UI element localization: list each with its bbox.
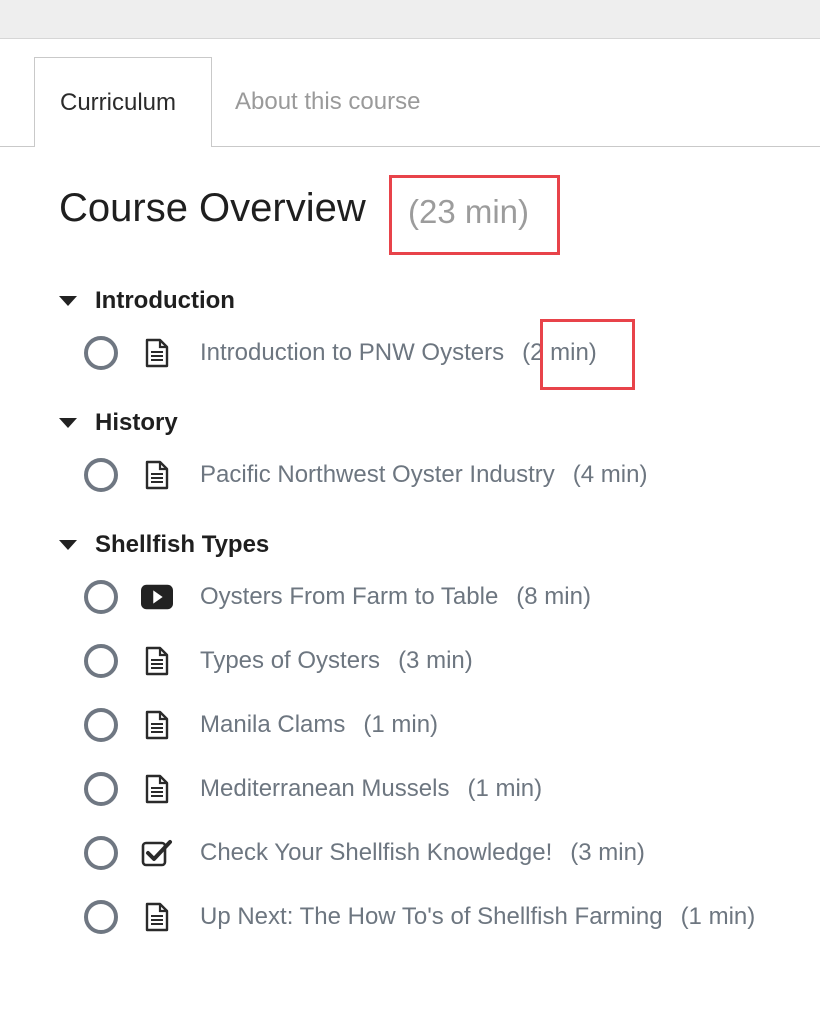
incomplete-status-icon (84, 458, 118, 492)
lesson-duration: (4 min) (572, 461, 648, 488)
section-header-shellfish-types[interactable]: Shellfish Types (59, 531, 269, 559)
lesson-duration: (3 min) (570, 839, 645, 866)
lesson-title: Check Your Shellfish Knowledge! (200, 839, 553, 866)
lesson-item[interactable]: Mediterranean Mussels (1 min) (84, 772, 542, 806)
lesson-duration: (1 min) (467, 775, 543, 802)
lesson-item[interactable]: Oysters From Farm to Table (8 min) (84, 580, 591, 614)
lesson-duration: (3 min) (398, 647, 473, 674)
lesson-title: Pacific Northwest Oyster Industry (200, 461, 555, 488)
lesson-title: Types of Oysters (200, 647, 381, 674)
section-title: Introduction (95, 287, 235, 314)
lesson-duration: (8 min) (516, 583, 591, 610)
document-icon (141, 460, 173, 490)
lesson-title: Up Next: The How To's of Shellfish Farmi… (200, 903, 663, 930)
highlight-box-total-duration (389, 175, 560, 255)
lesson-item[interactable]: Types of Oysters (3 min) (84, 644, 473, 678)
highlight-box-lesson-duration (540, 319, 635, 390)
lesson-title: Oysters From Farm to Table (200, 583, 499, 610)
incomplete-status-icon (84, 644, 118, 678)
incomplete-status-icon (84, 836, 118, 870)
lesson-duration: (1 min) (680, 903, 756, 930)
document-icon (141, 774, 173, 804)
section-header-introduction[interactable]: Introduction (59, 287, 235, 315)
page-title: Course Overview (59, 186, 366, 230)
document-icon (141, 646, 173, 676)
tab-curriculum[interactable]: Curriculum (34, 57, 212, 147)
lesson-item[interactable]: Pacific Northwest Oyster Industry (4 min) (84, 458, 647, 492)
caret-down-icon (59, 418, 77, 428)
quiz-checkbox-icon (141, 838, 173, 868)
incomplete-status-icon (84, 708, 118, 742)
caret-down-icon (59, 540, 77, 550)
section-header-history[interactable]: History (59, 409, 178, 437)
document-icon (141, 710, 173, 740)
lesson-title: Manila Clams (200, 711, 346, 738)
section-title: Shellfish Types (95, 531, 270, 558)
caret-down-icon (59, 296, 77, 306)
incomplete-status-icon (84, 336, 118, 370)
lesson-item[interactable]: Manila Clams (1 min) (84, 708, 438, 742)
document-icon (141, 902, 173, 932)
incomplete-status-icon (84, 772, 118, 806)
lesson-item[interactable]: Introduction to PNW Oysters (2 min) (84, 336, 597, 370)
lesson-title: Introduction to PNW Oysters (200, 339, 505, 366)
document-icon (141, 338, 173, 368)
lesson-duration: (1 min) (363, 711, 439, 738)
section-title: History (95, 409, 178, 436)
tab-about-this-course[interactable]: About this course (235, 57, 420, 147)
lesson-item[interactable]: Check Your Shellfish Knowledge! (3 min) (84, 836, 645, 870)
lesson-item[interactable]: Up Next: The How To's of Shellfish Farmi… (84, 900, 755, 934)
incomplete-status-icon (84, 580, 118, 614)
video-play-icon (141, 582, 173, 612)
lesson-title: Mediterranean Mussels (200, 775, 450, 802)
browser-top-bar (0, 0, 820, 39)
incomplete-status-icon (84, 900, 118, 934)
